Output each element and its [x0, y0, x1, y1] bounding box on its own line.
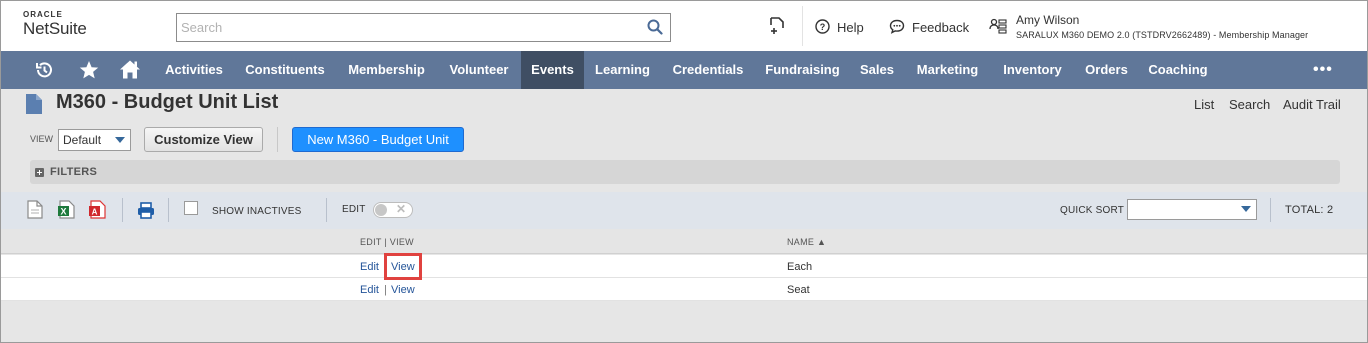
- feedback-icon[interactable]: [889, 19, 905, 39]
- svg-text:A: A: [92, 208, 98, 217]
- toolbar-separator: [326, 198, 327, 222]
- nav-sales[interactable]: Sales: [850, 51, 904, 89]
- nav-credentials[interactable]: Credentials: [661, 51, 755, 89]
- app-frame: ORACLE NetSuite ? Help Feedback Amy Wils…: [0, 0, 1368, 343]
- nav-inventory[interactable]: Inventory: [991, 51, 1074, 89]
- nav-learning[interactable]: Learning: [584, 51, 661, 89]
- toolbar-divider: [277, 127, 278, 152]
- total-count: TOTAL: 2: [1285, 204, 1334, 216]
- netsuite-logo[interactable]: ORACLE NetSuite: [23, 10, 87, 38]
- customize-view-button[interactable]: Customize View: [144, 127, 263, 152]
- quick-sort-label: QUICK SORT: [1060, 205, 1125, 216]
- help-icon[interactable]: ?: [815, 19, 830, 39]
- nav-volunteer[interactable]: Volunteer: [437, 51, 521, 89]
- nav-coaching[interactable]: Coaching: [1139, 51, 1217, 89]
- nav-marketing[interactable]: Marketing: [904, 51, 991, 89]
- toolbar-separator: [122, 198, 123, 222]
- chevron-down-icon: [115, 137, 125, 143]
- nav-membership[interactable]: Membership: [336, 51, 437, 89]
- toggle-knob: [375, 204, 387, 216]
- audit-trail-link[interactable]: Audit Trail: [1283, 97, 1341, 112]
- svg-text:X: X: [60, 207, 66, 217]
- search-input[interactable]: [177, 14, 637, 41]
- toolbar-separator: [1270, 198, 1271, 222]
- highlight-annotation-box: [384, 253, 422, 280]
- column-edit-view: EDIT | VIEW: [360, 237, 414, 247]
- row-edit-link[interactable]: Edit: [360, 284, 379, 296]
- table-row: Edit | View Seat: [1, 278, 1367, 301]
- search-icon[interactable]: [647, 19, 663, 40]
- nav-orders[interactable]: Orders: [1074, 51, 1139, 89]
- row-edit-link[interactable]: Edit: [360, 261, 379, 273]
- print-icon[interactable]: [137, 202, 155, 224]
- user-roles-icon[interactable]: [989, 18, 1007, 39]
- chevron-down-icon: [1241, 206, 1251, 212]
- view-selected-value: Default: [63, 133, 102, 147]
- row-name: Seat: [787, 284, 810, 296]
- link-separator: |: [384, 284, 387, 296]
- header-divider: [802, 6, 803, 46]
- new-budget-unit-button[interactable]: New M360 - Budget Unit: [292, 127, 464, 152]
- record-document-icon: [25, 93, 43, 120]
- edit-toggle-label: EDIT: [342, 204, 366, 215]
- view-dropdown[interactable]: Default: [58, 129, 131, 151]
- main-nav: Activities Constituents Membership Volun…: [1, 51, 1367, 89]
- nav-constituents[interactable]: Constituents: [234, 51, 336, 89]
- show-inactives-checkbox[interactable]: [184, 201, 198, 215]
- top-header: ORACLE NetSuite ? Help Feedback Amy Wils…: [1, 1, 1367, 51]
- row-name: Each: [787, 261, 813, 273]
- more-menu-icon[interactable]: •••: [1313, 61, 1333, 79]
- logo-oracle-text: ORACLE: [23, 10, 63, 19]
- export-excel-icon[interactable]: X: [58, 200, 75, 224]
- search-link[interactable]: Search: [1229, 97, 1270, 112]
- list-toolbar: X A SHOW INACTIVES EDIT ✕ QUICK SORT TOT…: [1, 192, 1367, 229]
- list-link[interactable]: List: [1194, 97, 1214, 112]
- quick-sort-dropdown[interactable]: [1127, 199, 1257, 220]
- export-csv-icon[interactable]: [27, 200, 43, 224]
- table-header: EDIT | VIEW NAME ▲: [1, 229, 1367, 254]
- inline-edit-toggle[interactable]: ✕: [373, 202, 413, 218]
- global-search: [176, 13, 671, 42]
- page-title: M360 - Budget Unit List: [56, 91, 279, 113]
- recent-history-icon[interactable]: [34, 60, 54, 85]
- toolbar-separator: [168, 198, 169, 222]
- user-role[interactable]: SARALUX M360 DEMO 2.0 (TSTDRV2662489) - …: [1016, 30, 1308, 40]
- close-icon: ✕: [396, 202, 407, 216]
- export-pdf-icon[interactable]: A: [89, 200, 106, 224]
- home-icon[interactable]: [119, 59, 141, 85]
- favorites-star-icon[interactable]: [79, 60, 99, 85]
- logo-netsuite-text: NetSuite: [23, 19, 87, 38]
- nav-fundraising[interactable]: Fundraising: [755, 51, 850, 89]
- expand-plus-icon: [35, 168, 44, 177]
- nav-activities[interactable]: Activities: [154, 51, 234, 89]
- help-link[interactable]: Help: [837, 20, 864, 35]
- svg-text:?: ?: [820, 22, 826, 32]
- feedback-link[interactable]: Feedback: [912, 20, 969, 35]
- view-label: VIEW: [30, 134, 54, 144]
- table-row: Edit | View Each: [1, 255, 1367, 278]
- user-name[interactable]: Amy Wilson: [1016, 13, 1079, 27]
- row-view-link[interactable]: View: [391, 284, 415, 296]
- nav-events[interactable]: Events: [521, 51, 584, 89]
- filters-label: FILTERS: [50, 166, 98, 178]
- column-name-sort[interactable]: NAME ▲: [787, 237, 826, 247]
- recent-records-icon[interactable]: [767, 16, 785, 41]
- show-inactives-label: SHOW INACTIVES: [212, 206, 302, 217]
- filters-toggle[interactable]: FILTERS: [30, 160, 1340, 184]
